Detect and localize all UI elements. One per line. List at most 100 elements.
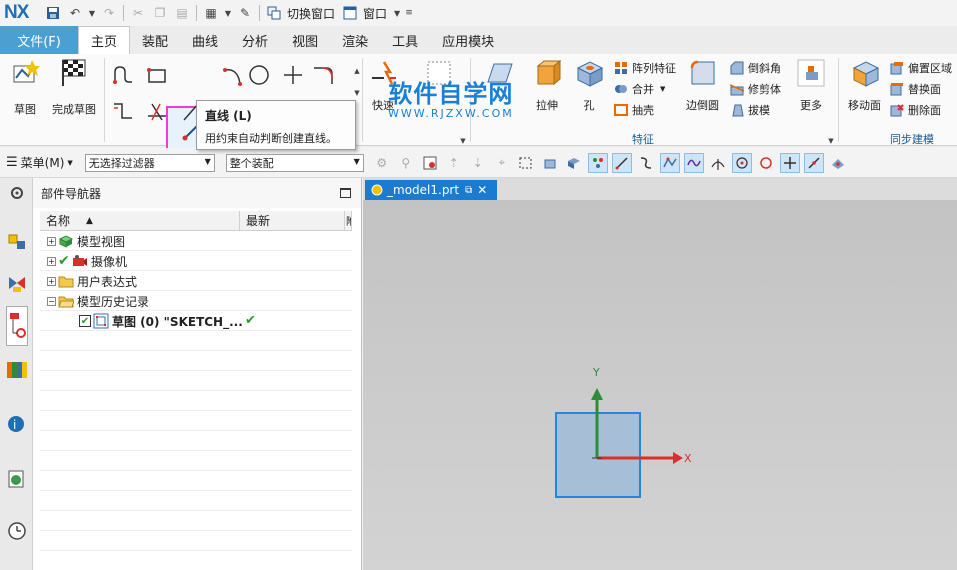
trim-icon[interactable]: [144, 98, 170, 124]
snap-existing-point-icon[interactable]: [779, 152, 800, 173]
selection-mode-icon[interactable]: ⌖: [492, 153, 512, 173]
collapse-icon[interactable]: −: [47, 296, 56, 306]
delete-face-button[interactable]: 删除面: [890, 101, 941, 119]
snap-endpoint-icon[interactable]: [587, 152, 608, 173]
window-icon[interactable]: [341, 4, 359, 22]
selection-scope-select[interactable]: 整个装配 ▼: [225, 153, 364, 172]
tree-row-model-history[interactable]: − 模型历史记录: [47, 291, 359, 311]
tree-row-sketch[interactable]: ✔ 草图 (0) "SKETCH_...: [79, 311, 354, 331]
snap-spline-icon[interactable]: [683, 152, 704, 173]
snap-quadrant-icon[interactable]: [756, 153, 776, 173]
merge-dropdown-icon[interactable]: ▼: [660, 85, 665, 93]
snap-control-point-icon[interactable]: [659, 152, 680, 173]
snap-point-on-face-icon[interactable]: [828, 153, 848, 173]
downstream-icon[interactable]: ⇣: [468, 153, 488, 173]
hole-button[interactable]: 孔: [574, 58, 604, 113]
snap-arc-center-icon[interactable]: [731, 152, 752, 173]
sketch-button[interactable]: 草图: [10, 58, 40, 117]
tab-file[interactable]: 文件(F): [0, 26, 78, 54]
snap-intersection-icon[interactable]: [708, 153, 728, 173]
tree-row-cameras[interactable]: + ✔ 摄像机: [47, 251, 359, 271]
more-button[interactable]: 更多: [796, 58, 826, 113]
menu-button[interactable]: ☰ 菜单(M) ▼: [6, 154, 73, 171]
part-navigator-icon[interactable]: [6, 306, 28, 346]
extrude-button[interactable]: 拉伸: [532, 58, 562, 113]
window-label[interactable]: 窗口: [363, 5, 387, 22]
expand-icon[interactable]: +: [47, 256, 56, 266]
edge-blend-button[interactable]: 边倒圆: [686, 58, 719, 113]
window-dropdown-icon[interactable]: ▼: [393, 4, 401, 22]
select-face-icon[interactable]: [564, 153, 584, 173]
model-viewport[interactable]: X Y: [363, 200, 957, 570]
assembly-navigator-icon[interactable]: [6, 230, 28, 252]
rectangle-icon[interactable]: [144, 62, 170, 88]
assembly-filter-icon[interactable]: ⚙: [372, 153, 392, 173]
snap-curve-icon[interactable]: [636, 153, 656, 173]
snap-line-icon[interactable]: [611, 152, 632, 173]
undo-dropdown-icon[interactable]: ▼: [88, 4, 96, 22]
finish-sketch-button[interactable]: 完成草图: [52, 58, 96, 117]
circle-icon[interactable]: [246, 62, 272, 88]
tab-curve[interactable]: 曲线: [180, 26, 230, 54]
touch-mode-icon[interactable]: ✎: [236, 4, 254, 22]
snap-point-on-curve-icon[interactable]: [803, 152, 824, 173]
snap-selection-icon[interactable]: [420, 153, 440, 173]
fillet-icon[interactable]: [310, 62, 336, 88]
offset-region-button[interactable]: 偏置区域: [890, 59, 952, 77]
expand-icon[interactable]: +: [47, 236, 56, 246]
tab-view[interactable]: 视图: [280, 26, 330, 54]
constraint-navigator-icon[interactable]: [6, 272, 28, 294]
select-body-icon[interactable]: [540, 153, 560, 173]
close-icon[interactable]: ✕: [477, 183, 487, 197]
tab-assembly[interactable]: 装配: [130, 26, 180, 54]
customize-icon[interactable]: ≡: [405, 4, 413, 22]
profile-icon[interactable]: [110, 62, 136, 88]
save-icon[interactable]: [44, 4, 62, 22]
visibility-checkbox[interactable]: ✔: [79, 315, 91, 327]
replace-face-button[interactable]: 替换面: [890, 80, 941, 98]
type-filter-select[interactable]: 无选择过滤器 ▼: [84, 153, 215, 172]
repeat-dropdown-icon[interactable]: ▼: [224, 4, 232, 22]
tree-row-model-views[interactable]: + 模型视图: [47, 231, 359, 251]
switch-window-icon[interactable]: [265, 4, 283, 22]
column-latest[interactable]: 最新: [240, 211, 345, 230]
chamfer-button[interactable]: 倒斜角: [730, 59, 781, 77]
reuse-library-icon[interactable]: [6, 358, 28, 380]
tab-tools[interactable]: 工具: [380, 26, 430, 54]
maximize-icon[interactable]: [340, 188, 351, 198]
upstream-icon[interactable]: ⇡: [444, 153, 464, 173]
rectangle-select-icon[interactable]: [516, 153, 536, 173]
arc-icon[interactable]: [220, 62, 246, 88]
resource-settings-icon[interactable]: [6, 182, 28, 204]
point-icon[interactable]: [280, 62, 306, 88]
web-browser-icon[interactable]: [6, 468, 28, 490]
undo-icon[interactable]: ↶: [66, 4, 84, 22]
tree-row-user-expressions[interactable]: + 用户表达式: [47, 271, 359, 291]
tab-analysis[interactable]: 分析: [230, 26, 280, 54]
shell-button[interactable]: 抽壳: [614, 101, 654, 119]
trim-body-button[interactable]: 修剪体: [730, 80, 781, 98]
pattern-feature-button[interactable]: 阵列特征: [614, 59, 676, 77]
offset-curve-icon[interactable]: [110, 98, 136, 124]
tab-render[interactable]: 渲染: [330, 26, 380, 54]
paste-icon[interactable]: ▤: [173, 4, 191, 22]
repeat-command-icon[interactable]: ▦: [202, 4, 220, 22]
redo-icon[interactable]: ↷: [100, 4, 118, 22]
component-filter-icon[interactable]: ⚲: [396, 153, 416, 173]
column-name[interactable]: 名称 ▲: [40, 211, 240, 230]
switch-window-label[interactable]: 切换窗口: [287, 5, 335, 22]
move-face-button[interactable]: 移动面: [848, 58, 881, 113]
part-tab[interactable]: _model1.prt ⧉ ✕: [365, 180, 497, 200]
tab-home[interactable]: 主页: [78, 26, 131, 54]
merge-button[interactable]: 合并 ▼: [614, 80, 665, 98]
graphics-window[interactable]: _model1.prt ⧉ ✕ X Y: [363, 178, 957, 570]
draft-button[interactable]: 拔模: [730, 101, 770, 119]
tab-applications[interactable]: 应用模块: [430, 26, 506, 54]
copy-icon[interactable]: ❐: [151, 4, 169, 22]
tab-menu-icon[interactable]: ⧉: [465, 185, 472, 196]
cut-icon[interactable]: ✂: [129, 4, 147, 22]
history-icon[interactable]: [6, 520, 28, 542]
hd3d-tools-icon[interactable]: i: [6, 412, 28, 434]
expand-icon[interactable]: +: [47, 276, 56, 286]
column-extra[interactable]: 附: [345, 211, 352, 230]
